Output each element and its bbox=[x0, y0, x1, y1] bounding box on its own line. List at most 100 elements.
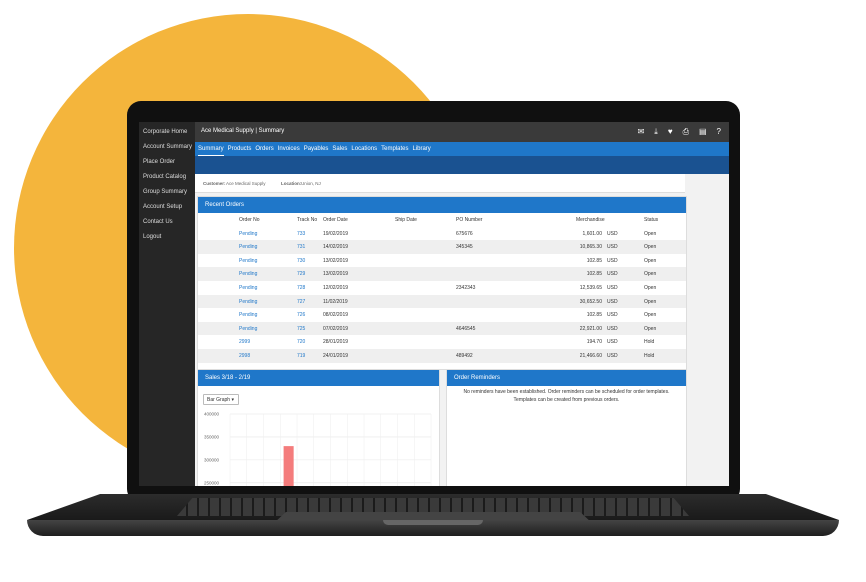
cell-merchandise: 102.85 bbox=[586, 257, 602, 264]
sidebar-item-account-setup[interactable]: Account Setup bbox=[139, 200, 195, 215]
cell-order-no[interactable]: Pending bbox=[239, 271, 257, 277]
customer-info: Customer: Ace Medical Supply Location: U… bbox=[195, 174, 685, 193]
tab-templates[interactable]: Templates bbox=[381, 142, 408, 156]
cell-track-no[interactable]: 726 bbox=[297, 312, 305, 318]
tab-invoices[interactable]: Invoices bbox=[278, 142, 300, 156]
cell-status: Hold bbox=[644, 339, 655, 346]
col-ship-date: Ship Date bbox=[395, 217, 417, 223]
sales-bar bbox=[283, 446, 294, 486]
print-icon[interactable]: ⎙ bbox=[683, 127, 689, 137]
table-row: Pending 730 13/02/2019 102.85 USD Open bbox=[198, 254, 686, 268]
cell-order-no[interactable]: Pending bbox=[239, 326, 257, 332]
table-row: Pending 731 14/02/2019 345345 10,865.30 USD Op… bbox=[198, 240, 686, 254]
cell-order-no[interactable]: 2999 bbox=[239, 339, 250, 345]
cell-currency: USD bbox=[607, 271, 618, 278]
cell-track-no[interactable]: 730 bbox=[297, 258, 305, 264]
sidebar-item-account-summary[interactable]: Account Summary bbox=[139, 140, 195, 155]
table-row: 2998 719 24/01/2019 489492 21,466.60 USD Hold bbox=[198, 348, 686, 363]
table-row: Pending 733 19/02/2019 675676 1,601.00 USD Ope… bbox=[198, 227, 686, 241]
cell-track-no[interactable]: 725 bbox=[297, 326, 305, 332]
cell-currency: USD bbox=[607, 312, 618, 319]
location-value: Union, NJ bbox=[301, 181, 321, 186]
order-reminders-message: No reminders have been established. Orde… bbox=[463, 389, 670, 403]
cell-currency: USD bbox=[607, 339, 618, 346]
cell-order-no[interactable]: Pending bbox=[239, 231, 257, 237]
location-label: Location: bbox=[281, 181, 302, 186]
cell-merchandise: 10,865.30 bbox=[579, 244, 602, 251]
cell-track-no[interactable]: 720 bbox=[297, 339, 305, 345]
cell-track-no[interactable]: 719 bbox=[297, 353, 305, 359]
cell-order-date: 07/02/2019 bbox=[323, 325, 349, 332]
order-reminders-title: Order Reminders bbox=[447, 370, 686, 386]
cell-order-no[interactable]: Pending bbox=[239, 285, 257, 291]
cell-track-no[interactable]: 728 bbox=[297, 285, 305, 291]
cell-po-number: 345345 bbox=[456, 244, 473, 251]
order-reminders-panel: Order Reminders No reminders have been e… bbox=[446, 369, 687, 486]
graph-type-select[interactable]: Bar Graph ▾ bbox=[203, 394, 239, 405]
cell-currency: USD bbox=[607, 352, 618, 359]
sidebar-item-corporate-home[interactable]: Corporate Home bbox=[139, 125, 195, 140]
help-icon[interactable]: ? bbox=[717, 127, 721, 137]
cell-currency: USD bbox=[607, 325, 618, 332]
cell-merchandise: 102.85 bbox=[586, 271, 602, 278]
tab-library[interactable]: Library bbox=[412, 142, 430, 156]
y-tick-label: 250000 bbox=[204, 480, 220, 485]
heart-icon[interactable]: ♥ bbox=[668, 127, 673, 137]
mail-icon[interactable]: ✉ bbox=[638, 127, 645, 137]
customer-label: Customer: bbox=[203, 181, 226, 186]
y-tick-label: 300000 bbox=[204, 457, 220, 462]
sidebar-item-place-order[interactable]: Place Order bbox=[139, 155, 195, 170]
tab-summary[interactable]: Summary bbox=[198, 142, 224, 156]
table-header: Order No Track No Order Date Ship Date P… bbox=[198, 213, 686, 227]
laptop-screen: Corporate Home Account Summary Place Ord… bbox=[139, 122, 729, 486]
cell-track-no[interactable]: 729 bbox=[297, 271, 305, 277]
cell-order-date: 12/02/2019 bbox=[323, 284, 349, 291]
cell-track-no[interactable]: 731 bbox=[297, 244, 305, 250]
y-tick-label: 350000 bbox=[204, 434, 220, 439]
tab-payables[interactable]: Payables bbox=[304, 142, 329, 156]
download-icon[interactable]: ⤓ bbox=[654, 127, 658, 137]
sidebar-item-logout[interactable]: Logout bbox=[139, 230, 195, 245]
tab-orders[interactable]: Orders bbox=[255, 142, 273, 156]
sales-panel: Sales 3/18 - 2/19 Bar Graph ▾ 400000 3500… bbox=[197, 369, 440, 486]
cell-order-no[interactable]: Pending bbox=[239, 299, 257, 305]
col-track-no: Track No bbox=[297, 217, 318, 223]
tab-locations[interactable]: Locations bbox=[351, 142, 377, 156]
table-row: Pending 726 08/02/2019 102.85 USD Open bbox=[198, 308, 686, 322]
cell-status: Open bbox=[644, 312, 657, 319]
cell-po-number: 675676 bbox=[456, 230, 473, 237]
cell-status: Open bbox=[644, 298, 657, 305]
cell-status: Open bbox=[644, 230, 657, 237]
cell-po-number: 489492 bbox=[456, 352, 473, 359]
cell-track-no[interactable]: 727 bbox=[297, 299, 305, 305]
page-title: Ace Medical Supply | Summary bbox=[201, 128, 285, 134]
sidebar-item-group-summary[interactable]: Group Summary bbox=[139, 185, 195, 200]
cell-po-number: 4646545 bbox=[456, 325, 476, 332]
table-row: Pending 729 13/02/2019 102.85 USD Open bbox=[198, 267, 686, 281]
sidebar-item-contact-us[interactable]: Contact Us bbox=[139, 215, 195, 230]
orders-table-body: Pending 733 19/02/2019 675676 1,601.00 USD Ope… bbox=[198, 227, 686, 363]
cell-status: Open bbox=[644, 257, 657, 264]
tab-products[interactable]: Products bbox=[228, 142, 252, 156]
tab-sales[interactable]: Sales bbox=[332, 142, 347, 156]
col-order-date: Order Date bbox=[323, 217, 348, 223]
cell-order-no[interactable]: Pending bbox=[239, 244, 257, 250]
top-bar: Ace Medical Supply | Summary ✉ ⤓ ♥ ⎙ ▤ ? bbox=[195, 122, 729, 142]
sales-title: Sales 3/18 - 2/19 bbox=[198, 370, 439, 386]
cell-order-no[interactable]: Pending bbox=[239, 312, 257, 318]
sales-bar-chart: 400000 350000 300000 250000 bbox=[204, 412, 432, 486]
cell-order-no[interactable]: Pending bbox=[239, 258, 257, 264]
cell-merchandise: 194.70 bbox=[586, 339, 602, 346]
card-icon[interactable]: ▤ bbox=[699, 127, 707, 137]
sidebar: Corporate Home Account Summary Place Ord… bbox=[139, 122, 195, 486]
cell-currency: USD bbox=[607, 244, 618, 251]
cell-merchandise: 21,466.60 bbox=[579, 352, 602, 359]
col-po-number: PO Number bbox=[456, 217, 483, 223]
cell-track-no[interactable]: 733 bbox=[297, 231, 305, 237]
cell-merchandise: 1,601.00 bbox=[582, 230, 602, 237]
cell-order-no[interactable]: 2998 bbox=[239, 353, 250, 359]
cell-order-date: 14/02/2019 bbox=[323, 244, 349, 251]
header-band bbox=[195, 156, 729, 174]
table-row: 2999 720 28/01/2019 194.70 USD Hold bbox=[198, 335, 686, 349]
sidebar-item-product-catalog[interactable]: Product Catalog bbox=[139, 170, 195, 185]
